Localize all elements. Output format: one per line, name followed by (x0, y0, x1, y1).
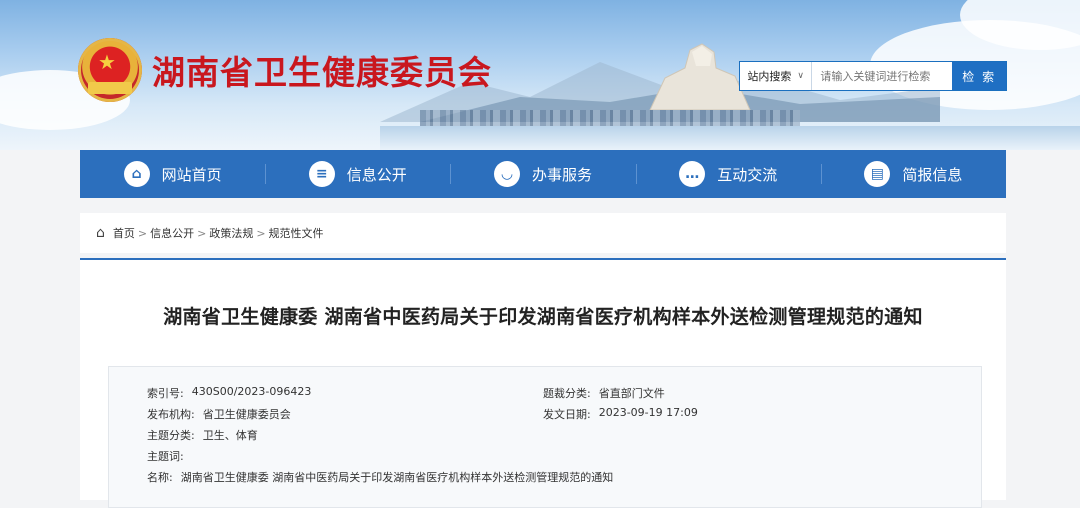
meta-publisher-label: 发布机构: (147, 408, 195, 421)
home-icon: ⌂ (96, 225, 105, 241)
nav-item-home[interactable]: ⌂ 网站首页 (80, 150, 265, 198)
meta-name-label: 名称: (147, 471, 173, 484)
water-decoration (380, 126, 1080, 150)
star-icon: ★ (98, 50, 116, 74)
breadcrumb-normative-docs[interactable]: 规范性文件 (269, 225, 324, 241)
meta-name-value: 湖南省卫生健康委 湖南省中医药局关于印发湖南省医疗机构样本外送检测管理规范的通知 (180, 471, 614, 484)
meta-publisher-value: 省卫生健康委员会 (202, 408, 291, 421)
meta-category-value: 省直部门文件 (598, 387, 665, 400)
article-title: 湖南省卫生健康委 湖南省中医药局关于印发湖南省医疗机构样本外送检测管理规范的通知 (163, 306, 923, 328)
service-icon: ◡ (494, 161, 520, 187)
emblem-base (88, 82, 132, 94)
breadcrumb-separator: > (197, 226, 207, 240)
document-metadata: 索引号: 430S00/2023-096423 题裁分类: 省直部门文件 发布机… (108, 366, 982, 508)
nav-item-briefings[interactable]: ▤ 简报信息 (820, 150, 1006, 198)
meta-index-value: 430S00/2023-096423 (191, 385, 312, 398)
nav-item-services[interactable]: ◡ 办事服务 (450, 150, 635, 198)
breadcrumb-separator: > (137, 226, 148, 240)
search-input[interactable] (812, 62, 953, 90)
meta-name: 名称: 湖南省卫生健康委 湖南省中医药局关于印发湖南省医疗机构样本外送检测管理规… (147, 469, 613, 485)
header-banner: ★ 湖南省卫生健康委员会 站内搜索 ∨ 检 索 (0, 0, 1080, 150)
doc-icon: ▤ (864, 161, 891, 187)
search-bar: 站内搜索 ∨ 检 索 (740, 62, 1006, 90)
nav-item-label: 互动交流 (717, 165, 778, 184)
breadcrumb-separator: > (256, 226, 266, 240)
meta-topic-value: 卫生、体育 (202, 429, 258, 442)
search-scope-select[interactable]: 站内搜索 ∨ (740, 62, 813, 90)
article-panel: 湖南省卫生健康委 湖南省中医药局关于印发湖南省医疗机构样本外送检测管理规范的通知… (80, 258, 1006, 508)
breadcrumb-home[interactable]: 首页 (113, 225, 135, 241)
nav-item-interaction[interactable]: … 互动交流 (635, 150, 821, 198)
nav-item-label: 信息公开 (346, 165, 407, 184)
meta-keyword-label: 主题词: (147, 450, 184, 463)
national-emblem-logo: ★ (78, 38, 142, 102)
chevron-down-icon: ∨ (797, 71, 804, 81)
meta-date: 发文日期: 2023-09-19 17:09 (543, 406, 698, 422)
meta-index: 索引号: 430S00/2023-096423 (147, 385, 311, 401)
meta-category-label: 题裁分类: (543, 387, 591, 400)
site-title[interactable]: 湖南省卫生健康委员会 (152, 46, 492, 94)
nav-item-label: 网站首页 (161, 165, 222, 184)
meta-keyword: 主题词: (147, 448, 192, 464)
meta-publisher: 发布机构: 省卫生健康委员会 (147, 406, 291, 422)
nav-item-label: 办事服务 (532, 165, 593, 184)
main-nav: ⌂ 网站首页 ≡ 信息公开 ◡ 办事服务 … 互动交流 ▤ 简报信息 (80, 150, 1006, 198)
meta-topic-label: 主题分类: (147, 429, 195, 442)
meta-topic: 主题分类: 卫生、体育 (147, 427, 258, 443)
nav-item-info-disclosure[interactable]: ≡ 信息公开 (265, 150, 450, 198)
meta-date-value: 2023-09-19 17:09 (598, 406, 698, 419)
search-button[interactable]: 检 索 (952, 62, 1006, 90)
nav-item-label: 简报信息 (902, 165, 963, 184)
meta-category: 题裁分类: 省直部门文件 (543, 385, 665, 401)
meta-date-label: 发文日期: (543, 408, 591, 421)
home-icon: ⌂ (123, 161, 150, 187)
search-scope-label: 站内搜索 (747, 70, 792, 83)
breadcrumb-policies[interactable]: 政策法规 (209, 225, 253, 241)
meta-index-label: 索引号: (147, 387, 184, 400)
list-icon: ≡ (308, 161, 335, 187)
breadcrumb: ⌂ 首页 > 信息公开 > 政策法规 > 规范性文件 (80, 213, 1006, 253)
chat-icon: … (679, 161, 706, 187)
breadcrumb-info-disclosure[interactable]: 信息公开 (150, 225, 194, 241)
